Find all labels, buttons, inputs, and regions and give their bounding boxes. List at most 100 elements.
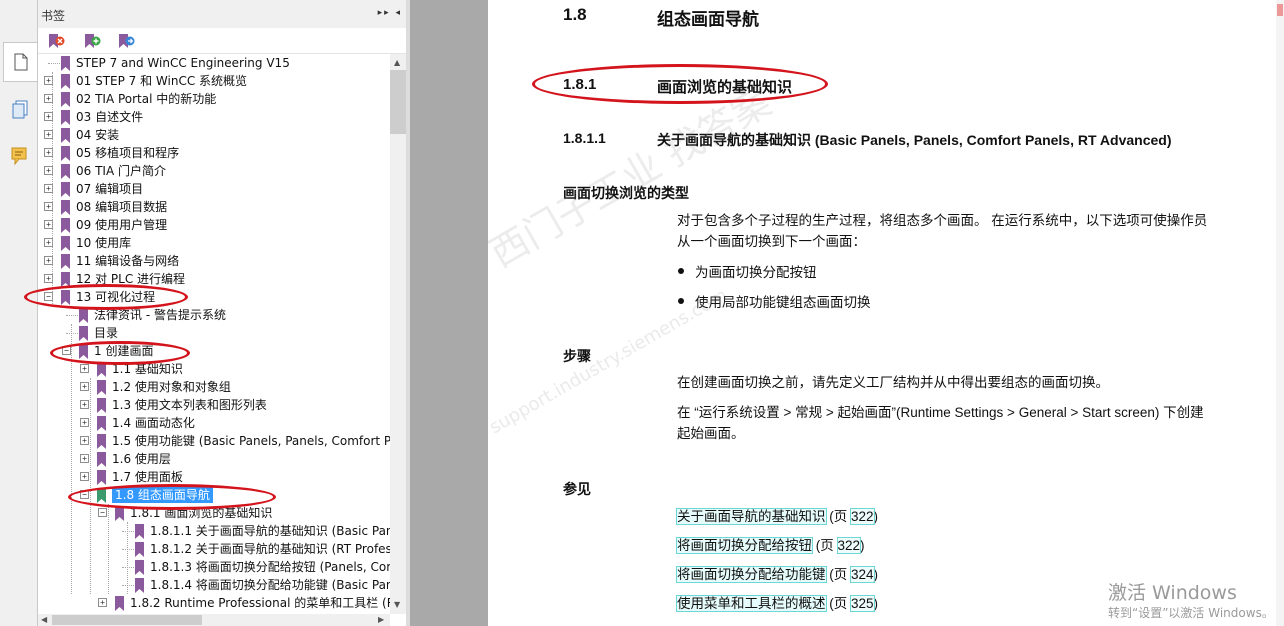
steps-paragraph-2-line1: 在 “运行系统设置 > 常规 > 起始画面”(Runtime Settings … bbox=[677, 405, 1204, 420]
bookmark-icon bbox=[79, 308, 88, 323]
bookmark-properties-button[interactable] bbox=[116, 32, 136, 50]
bookmark-item[interactable]: +07 编辑项目 bbox=[38, 180, 390, 198]
bookmark-item[interactable]: STEP 7 and WinCC Engineering V15 bbox=[38, 54, 390, 72]
bookmark-item[interactable]: +08 编辑项目数据 bbox=[38, 198, 390, 216]
reference-link[interactable]: 将画面切换分配给按钮 bbox=[676, 537, 813, 554]
tree-guide-line bbox=[52, 72, 53, 306]
heading-2-number: 1.8.1 bbox=[563, 76, 597, 93]
bookmark-label: 01 STEP 7 和 WinCC 系统概览 bbox=[76, 74, 248, 88]
bookmark-icon bbox=[115, 506, 124, 521]
types-paragraph-line2: 从一个画面切换到下一个画面： bbox=[677, 234, 866, 249]
expand-icon[interactable]: + bbox=[98, 598, 107, 607]
expand-icon[interactable]: + bbox=[80, 400, 89, 409]
bookmark-label: 1.6 使用层 bbox=[112, 452, 171, 466]
bookmark-icon bbox=[97, 398, 106, 413]
reference-item: 使用菜单和工具栏的概述 (页 325) bbox=[676, 595, 879, 612]
collapse-icon[interactable]: − bbox=[62, 346, 71, 355]
bookmark-icon bbox=[97, 434, 106, 449]
scroll-left-arrow-icon[interactable]: ◀ bbox=[41, 615, 47, 624]
bookmark-item[interactable]: − 1 创建画面 bbox=[38, 342, 390, 360]
bookmark-label: 04 安装 bbox=[76, 128, 120, 142]
bookmark-icon bbox=[61, 56, 70, 71]
reference-page-link[interactable]: 325 bbox=[850, 595, 875, 612]
pages-tab[interactable] bbox=[3, 90, 37, 130]
pages-tab-icon bbox=[12, 100, 28, 119]
bookmark-label: 法律资讯 - 警告提示系统 bbox=[94, 308, 226, 322]
bookmark-item[interactable]: +05 移植项目和程序 bbox=[38, 144, 390, 162]
bookmark-icon bbox=[61, 146, 70, 161]
heading-1-title: 组态画面导航 bbox=[657, 10, 759, 29]
bookmark-label: 1.8.2 Runtime Professional 的菜单和工具栏 (RT P… bbox=[130, 596, 390, 610]
bookmark-icon bbox=[97, 488, 106, 503]
panel-collapse-buttons[interactable]: ▸▸ ◂ bbox=[378, 8, 402, 18]
bookmark-label: 06 TIA 门户简介 bbox=[76, 164, 166, 178]
document-page: 1.8 组态画面导航 1.8.1 画面浏览的基础知识 1.8.1.1 关于画面导… bbox=[488, 0, 1284, 626]
bookmark-item[interactable]: +02 TIA Portal 中的新功能 bbox=[38, 90, 390, 108]
bookmark-item[interactable]: 目录 bbox=[38, 324, 390, 342]
bookmark-item[interactable]: +03 自述文件 bbox=[38, 108, 390, 126]
bookmarks-tab[interactable] bbox=[3, 42, 37, 82]
section-title-see-also: 参见 bbox=[563, 481, 591, 497]
expand-icon[interactable]: + bbox=[80, 454, 89, 463]
tree-guide-line bbox=[127, 522, 128, 594]
bookmark-item[interactable]: +1.1 基础知识 bbox=[38, 360, 390, 378]
bookmark-label: 1.5 使用功能键 (Basic Panels, Panels, Comfort… bbox=[112, 434, 390, 448]
bookmark-item[interactable]: +1.8.2 Runtime Professional 的菜单和工具栏 (RT … bbox=[38, 594, 390, 612]
bookmark-label: 1.8.1.2 关于画面导航的基础知识 (RT Professional) bbox=[150, 542, 390, 556]
add-bookmark-button[interactable] bbox=[82, 32, 102, 50]
reference-link[interactable]: 关于画面导航的基础知识 bbox=[676, 508, 827, 525]
bookmark-item[interactable]: +06 TIA 门户简介 bbox=[38, 162, 390, 180]
bookmark-item[interactable]: +10 使用库 bbox=[38, 234, 390, 252]
bookmark-label: 1.8.1.1 关于画面导航的基础知识 (Basic Panels, Panel… bbox=[150, 524, 390, 538]
collapse-icon[interactable]: − bbox=[98, 508, 107, 517]
bookmark-icon bbox=[61, 236, 70, 251]
collapse-icon[interactable]: − bbox=[80, 490, 89, 499]
add-bookmark-icon bbox=[85, 34, 101, 48]
bookmark-icon bbox=[115, 596, 124, 611]
bookmarks-tab-icon bbox=[14, 53, 27, 71]
bookmark-item[interactable]: +11 编辑设备与网络 bbox=[38, 252, 390, 270]
bookmark-panel: 书签 ▸▸ ◂ STEP 7 and WinCC Engineering V15… bbox=[38, 0, 406, 626]
document-background bbox=[410, 0, 488, 626]
reference-item: 将画面切换分配给功能键 (页 324) bbox=[676, 566, 879, 583]
reference-page-link[interactable]: 322 bbox=[850, 508, 875, 525]
bullet-dot bbox=[678, 268, 684, 274]
scroll-right-arrow-icon[interactable]: ▶ bbox=[378, 615, 384, 624]
reference-page-link[interactable]: 322 bbox=[836, 537, 862, 554]
tree-vertical-scrollbar[interactable] bbox=[390, 54, 406, 614]
expand-icon[interactable]: + bbox=[80, 382, 89, 391]
bookmark-toolbar bbox=[38, 28, 406, 54]
scroll-up-arrow-icon[interactable]: ▲ bbox=[394, 58, 400, 67]
bookmark-icon bbox=[61, 218, 70, 233]
heading-3-number: 1.8.1.1 bbox=[563, 130, 606, 146]
bookmark-item[interactable]: +12 对 PLC 进行编程 bbox=[38, 270, 390, 288]
bookmark-item[interactable]: 法律资讯 - 警告提示系统 bbox=[38, 306, 390, 324]
bookmark-item[interactable]: −13 可视化过程 bbox=[38, 288, 390, 306]
bookmark-item[interactable]: +01 STEP 7 和 WinCC 系统概览 bbox=[38, 72, 390, 90]
bookmark-icon bbox=[61, 254, 70, 269]
bullet-dot bbox=[678, 298, 684, 304]
bookmark-icon bbox=[61, 200, 70, 215]
delete-bookmark-button[interactable] bbox=[46, 32, 66, 50]
bookmark-label: 10 使用库 bbox=[76, 236, 132, 250]
expand-icon[interactable]: + bbox=[80, 436, 89, 445]
bookmark-item[interactable]: +09 使用用户管理 bbox=[38, 216, 390, 234]
bookmark-icon bbox=[135, 524, 144, 539]
tree-vertical-scroll-thumb[interactable] bbox=[390, 70, 406, 134]
reference-page-link[interactable]: 324 bbox=[850, 566, 875, 583]
expand-icon[interactable]: + bbox=[80, 364, 89, 373]
expand-icon[interactable]: + bbox=[80, 472, 89, 481]
comments-tab[interactable] bbox=[3, 136, 37, 176]
bookmark-item[interactable]: +04 安装 bbox=[38, 126, 390, 144]
bookmark-label: 1.1 基础知识 bbox=[112, 362, 183, 376]
bookmark-icon bbox=[135, 578, 144, 593]
bookmark-label: 11 编辑设备与网络 bbox=[76, 254, 180, 268]
bookmark-label: 1.8.1 画面浏览的基础知识 bbox=[130, 506, 273, 520]
reference-link[interactable]: 将画面切换分配给功能键 bbox=[676, 566, 827, 583]
page-vertical-scrollbar[interactable] bbox=[1276, 0, 1284, 626]
scroll-down-arrow-icon[interactable]: ▼ bbox=[394, 600, 400, 609]
bookmark-label: 08 编辑项目数据 bbox=[76, 200, 168, 214]
tree-horizontal-scroll-thumb[interactable] bbox=[52, 615, 202, 625]
expand-icon[interactable]: + bbox=[80, 418, 89, 427]
reference-link[interactable]: 使用菜单和工具栏的概述 bbox=[676, 595, 827, 612]
